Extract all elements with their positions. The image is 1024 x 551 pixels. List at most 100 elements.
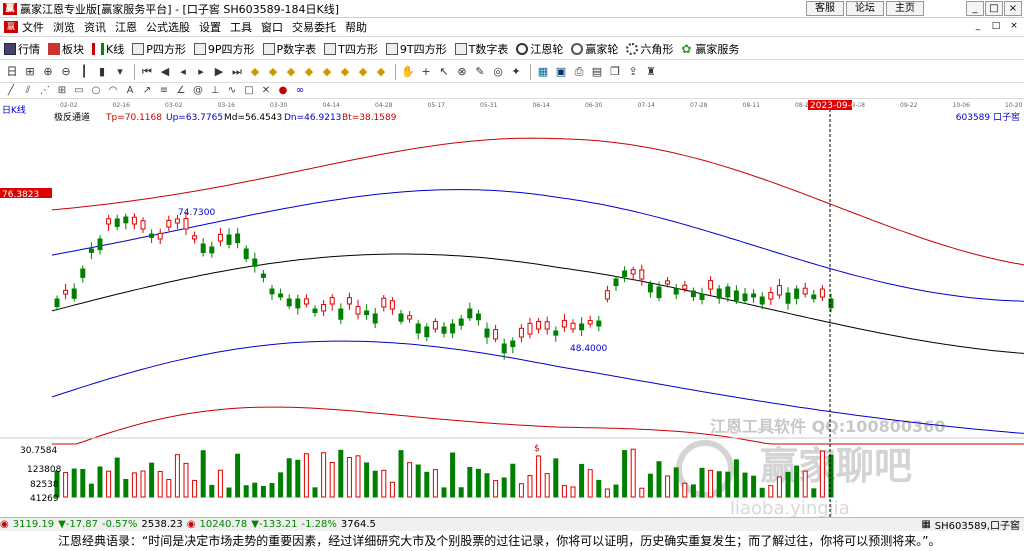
- angle-tool-icon[interactable]: ∠: [174, 84, 188, 98]
- candle-body: [140, 220, 146, 230]
- menu-gann[interactable]: 江恩: [115, 19, 137, 35]
- chart-type-icon[interactable]: ⊞: [22, 64, 38, 80]
- toolbar-label: 9T四方形: [399, 42, 447, 56]
- candle-body: [131, 216, 137, 225]
- tp-value: Tp=70.1168: [105, 113, 162, 123]
- tool-icon[interactable]: ✎: [472, 64, 488, 80]
- diamond-icon[interactable]: ◆: [301, 64, 317, 80]
- fib-tool-icon[interactable]: ≡: [157, 84, 171, 98]
- menu-file[interactable]: 文件: [22, 19, 44, 35]
- volume-bar: [63, 472, 69, 498]
- delete-tool-icon[interactable]: ✕: [259, 84, 273, 98]
- tool-icon[interactable]: ⊗: [454, 64, 470, 80]
- menu-settings[interactable]: 设置: [199, 19, 221, 35]
- diamond-icon[interactable]: ◆: [319, 64, 335, 80]
- toolbar-9t-square-button[interactable]: 9T四方形: [385, 41, 447, 57]
- menu-browse[interactable]: 浏览: [53, 19, 75, 35]
- link-tool-icon[interactable]: ∞: [293, 84, 307, 98]
- crosshair-icon[interactable]: +: [418, 64, 434, 80]
- spiral-tool-icon[interactable]: @: [191, 84, 205, 98]
- link-forum[interactable]: 论坛: [846, 1, 884, 16]
- tool-icon[interactable]: ◎: [490, 64, 506, 80]
- zoom-in-icon[interactable]: ⊕: [40, 64, 56, 80]
- toolbar-hexagon-button[interactable]: 六角形: [626, 41, 673, 57]
- circle-tool-icon[interactable]: ○: [89, 84, 103, 98]
- link-home[interactable]: 主页: [886, 1, 924, 16]
- toolbar-gann-wheel-button[interactable]: 江恩轮: [516, 41, 563, 57]
- toolbar-p-table-button[interactable]: P数字表: [262, 41, 316, 57]
- rect-tool-icon[interactable]: ▭: [72, 84, 86, 98]
- next-icon[interactable]: ▸: [193, 64, 209, 80]
- cursor-icon[interactable]: ↖: [436, 64, 452, 80]
- toolbar-p-square-button[interactable]: P四方形: [132, 41, 186, 57]
- volume-bar: [260, 485, 266, 498]
- channel-tool-icon[interactable]: ⫽: [21, 84, 35, 98]
- arrow-tool-icon[interactable]: ↗: [140, 84, 154, 98]
- fan-tool-icon[interactable]: ⋰: [38, 84, 52, 98]
- arc-tool-icon[interactable]: ◠: [106, 84, 120, 98]
- menu-help[interactable]: 帮助: [345, 19, 367, 35]
- kline-chart-area[interactable]: 02-02 02-16 03-02 03-16 03-30 04-14 04-28 05-17…: [0, 99, 1024, 519]
- menu-trade[interactable]: 交易委托: [292, 19, 336, 35]
- minimize-button[interactable]: _: [966, 1, 984, 16]
- last-icon[interactable]: ⏭: [229, 64, 245, 80]
- menu-tools[interactable]: 工具: [230, 19, 252, 35]
- grid-tool-icon[interactable]: ⊞: [55, 84, 69, 98]
- tool-icon[interactable]: ✦: [508, 64, 524, 80]
- candle-icon[interactable]: ▮: [94, 64, 110, 80]
- maximize-button[interactable]: □: [985, 1, 1003, 16]
- diamond-icon[interactable]: ◆: [265, 64, 281, 80]
- layout-icon[interactable]: ▤: [589, 64, 605, 80]
- volume-bar: [596, 479, 602, 498]
- diamond-icon[interactable]: ◆: [283, 64, 299, 80]
- link-service[interactable]: 客服: [806, 1, 844, 16]
- diamond-icon[interactable]: ◆: [355, 64, 371, 80]
- hand-icon[interactable]: ✋: [400, 64, 416, 80]
- toolbar-kline-button[interactable]: K线: [92, 41, 124, 57]
- toolbar-winner-wheel-button[interactable]: 赢家轮: [571, 41, 618, 57]
- toolbar-quotes-button[interactable]: 行情: [4, 41, 40, 57]
- menu-formula[interactable]: 公式选股: [146, 19, 190, 35]
- diamond-icon[interactable]: ◆: [373, 64, 389, 80]
- color-tool-icon[interactable]: ●: [276, 84, 290, 98]
- toolbar-t-square-button[interactable]: T四方形: [324, 41, 378, 57]
- candle-body: [71, 288, 77, 299]
- square-tool-icon[interactable]: □: [242, 84, 256, 98]
- toolbar-sector-button[interactable]: 板块: [48, 41, 84, 57]
- period-dropdown[interactable]: 日: [4, 64, 20, 80]
- calendar-icon[interactable]: ▦: [535, 64, 551, 80]
- diamond-icon[interactable]: ◆: [337, 64, 353, 80]
- text-tool-icon[interactable]: A: [123, 84, 137, 98]
- first-icon[interactable]: ⏮: [139, 64, 155, 80]
- prev-icon[interactable]: ◂: [175, 64, 191, 80]
- line-tool-icon[interactable]: ╱: [4, 84, 18, 98]
- volume-bar: [561, 485, 567, 498]
- copy-icon[interactable]: ❐: [607, 64, 623, 80]
- tool-icon[interactable]: ♜: [643, 64, 659, 80]
- bar-icon[interactable]: ┃: [76, 64, 92, 80]
- toolbar-service-button[interactable]: ✿ 赢家服务: [681, 41, 739, 57]
- toolbar-9p-square-button[interactable]: 9P四方形: [193, 41, 255, 57]
- candle-body: [355, 306, 361, 315]
- p-square-icon: [132, 42, 145, 55]
- toolbar-t-table-button[interactable]: T数字表: [454, 41, 508, 57]
- prev-page-icon[interactable]: ◀: [157, 64, 173, 80]
- menu-info[interactable]: 资讯: [84, 19, 106, 35]
- next-page-icon[interactable]: ▶: [211, 64, 227, 80]
- diamond-icon[interactable]: ◆: [247, 64, 263, 80]
- cycle-tool-icon[interactable]: ⊥: [208, 84, 222, 98]
- zoom-out-icon[interactable]: ⊖: [58, 64, 74, 80]
- wave-tool-icon[interactable]: ∿: [225, 84, 239, 98]
- print-icon[interactable]: ⎙: [571, 64, 587, 80]
- save-icon[interactable]: ▣: [553, 64, 569, 80]
- export-icon[interactable]: ⇪: [625, 64, 641, 80]
- child-minimize-button[interactable]: _: [970, 20, 986, 33]
- kline-chart[interactable]: 02-02 02-16 03-02 03-16 03-30 04-14 04-28 05-17…: [0, 99, 1024, 519]
- 9t-square-icon: [385, 42, 398, 55]
- child-maximize-button[interactable]: □: [988, 20, 1004, 33]
- candle-body: [622, 270, 628, 277]
- dropdown-icon[interactable]: ▾: [112, 64, 128, 80]
- close-button[interactable]: ×: [1004, 1, 1022, 16]
- menu-window[interactable]: 窗口: [261, 19, 283, 35]
- child-close-button[interactable]: ×: [1006, 20, 1022, 33]
